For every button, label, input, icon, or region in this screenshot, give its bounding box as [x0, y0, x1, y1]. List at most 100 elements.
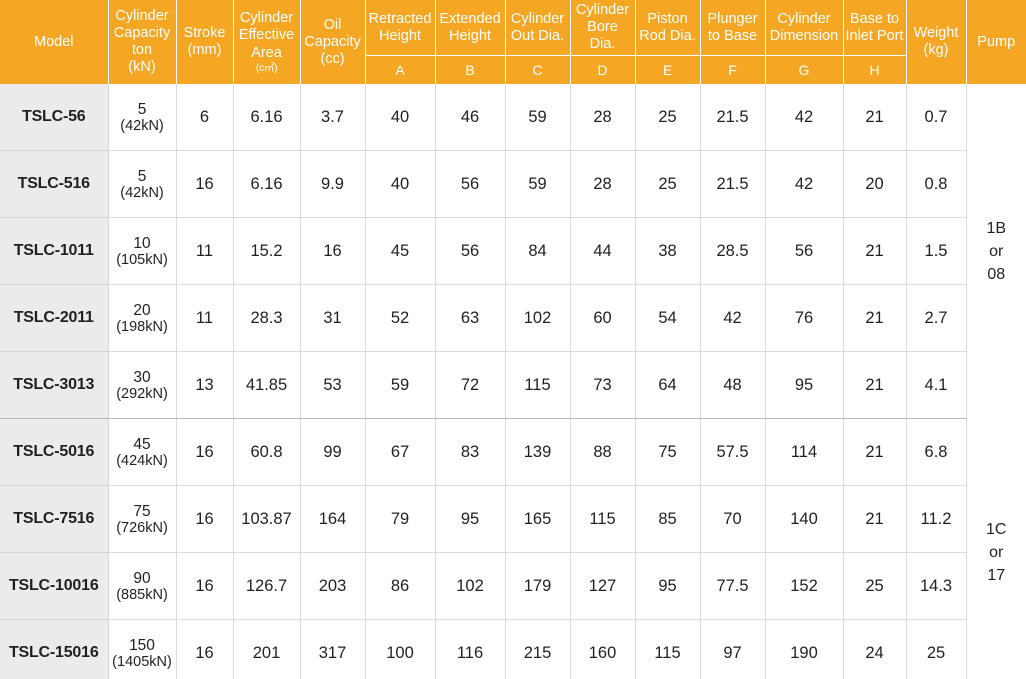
cell-cylinder-bore-dia: 60: [570, 284, 636, 353]
header-plunger-to-base: Plunger to Base: [700, 0, 766, 57]
cell-extended-height: 83: [435, 418, 506, 487]
cell-stroke: 11: [176, 217, 234, 286]
header-oil-capacity-line1: Oil: [323, 16, 342, 33]
table-row: TSLC-5016 45 (424kN) 16 60.8 99 67 83 13…: [0, 418, 1026, 679]
cell-retracted-height: 45: [365, 217, 436, 286]
cell-oil-capacity: 9.9: [300, 150, 366, 219]
table-body: TSLC-56 5 (42kN) 6 6.16 3.7 40 46 59 28 …: [0, 84, 1026, 679]
cell-cylinder-capacity: 5 (42kN): [108, 150, 177, 219]
cell-piston-rod-dia: 85: [635, 485, 701, 554]
header-cylinder-bore-dia-line1: Cylinder: [575, 2, 630, 18]
cell-plunger-to-base: 97: [700, 619, 766, 679]
cell-oil-capacity: 53: [300, 351, 366, 420]
pump-group-line2: or: [989, 242, 1004, 260]
cell-cylinder-bore-dia: 73: [570, 351, 636, 420]
cell-model: TSLC-56: [0, 84, 109, 152]
cell-stroke: 6: [176, 84, 234, 152]
cell-cylinder-capacity: 5 (42kN): [108, 84, 177, 152]
cell-cylinder-capacity: 75 (726kN): [108, 485, 177, 554]
cell-plunger-to-base: 21.5: [700, 150, 766, 219]
header-cylinder-dimension-line1: Cylinder: [777, 10, 831, 27]
header-letter-g: G: [765, 55, 844, 85]
cell-cylinder-dimension: 114: [765, 418, 844, 487]
cell-stroke: 11: [176, 284, 234, 353]
header-row-primary: Model Cylinder Capacity ton (kN) Stroke …: [0, 0, 1026, 85]
header-cylinder-capacity-line3: ton: [131, 42, 153, 59]
cell-cylinder-out-dia: 102: [505, 284, 571, 353]
cell-cylinder-capacity: 30 (292kN): [108, 351, 177, 420]
cell-retracted-height: 59: [365, 351, 436, 420]
cell-cylinder-bore-dia: 44: [570, 217, 636, 286]
cell-capacity-ton: 10: [133, 234, 151, 252]
cell-cylinder-bore-dia: 115: [570, 485, 636, 554]
cell-base-to-inlet-port: 21: [843, 485, 907, 554]
header-cylinder-bore-dia-line2: Bore: [587, 19, 618, 36]
pump-group-line1: 1B: [986, 219, 1007, 237]
cell-cylinder-capacity: 10 (105kN): [108, 217, 177, 286]
table-row: TSLC-2011 20 (198kN) 11 28.3 31 52 63 10…: [0, 284, 1026, 353]
cell-cylinder-bore-dia: 160: [570, 619, 636, 679]
header-oil-capacity-line2: Capacity: [304, 33, 361, 50]
header-cylinder-dimension-line2: Dimension: [769, 27, 839, 44]
table-row: TSLC-7516 75 (726kN) 16 103.87 164 79 95…: [0, 485, 1026, 554]
cell-capacity-kn: (726kN): [116, 519, 168, 536]
cell-oil-capacity: 203: [300, 552, 366, 621]
cell-capacity-ton: 30: [133, 368, 151, 386]
header-effective-area-line1: Cylinder: [239, 10, 294, 27]
cell-cylinder-out-dia: 215: [505, 619, 571, 679]
header-weight: Weight (kg): [906, 0, 967, 85]
cell-stroke: 16: [176, 150, 234, 219]
cell-capacity-kn: (885kN): [116, 586, 168, 603]
cell-piston-rod-dia: 95: [635, 552, 701, 621]
cell-plunger-to-base: 21.5: [700, 84, 766, 152]
header-plunger-to-base-line1: Plunger: [707, 10, 758, 27]
cell-plunger-to-base: 42: [700, 284, 766, 353]
cell-capacity-ton: 75: [133, 502, 151, 520]
table-row: TSLC-3013 30 (292kN) 13 41.85 53 59 72 1…: [0, 351, 1026, 420]
cell-pump-group: 1B or 08: [966, 84, 1026, 419]
header-effective-area-unit: (c㎡): [255, 61, 278, 74]
header-retracted-height-line2: Height: [379, 27, 421, 44]
cell-capacity-kn: (292kN): [116, 385, 168, 402]
cell-plunger-to-base: 77.5: [700, 552, 766, 621]
cell-model: TSLC-7516: [0, 485, 109, 554]
cell-cylinder-out-dia: 59: [505, 150, 571, 219]
header-letter-d: D: [570, 55, 636, 85]
cell-piston-rod-dia: 64: [635, 351, 701, 420]
header-letter-h: H: [843, 55, 907, 85]
header-cylinder-dimension: Cylinder Dimension: [765, 0, 844, 57]
cell-plunger-to-base: 48: [700, 351, 766, 420]
header-piston-rod-dia-line2: Rod Dia.: [639, 27, 696, 44]
header-letter-a: A: [365, 55, 436, 85]
cell-model: TSLC-15016: [0, 619, 109, 679]
cell-cylinder-bore-dia: 28: [570, 84, 636, 152]
cell-cylinder-capacity: 45 (424kN): [108, 418, 177, 487]
header-letter-c: C: [505, 55, 571, 85]
cell-weight: 4.1: [906, 351, 967, 420]
cell-cylinder-out-dia: 165: [505, 485, 571, 554]
header-extended-height-line1: Extended: [439, 10, 501, 27]
table-row: TSLC-56 5 (42kN) 6 6.16 3.7 40 46 59 28 …: [0, 84, 1026, 419]
header-cylinder-bore-dia-line3: Dia.: [589, 36, 616, 53]
cell-weight: 11.2: [906, 485, 967, 554]
cell-piston-rod-dia: 54: [635, 284, 701, 353]
cell-cylinder-capacity: 90 (885kN): [108, 552, 177, 621]
cell-capacity-kn: (198kN): [116, 318, 168, 335]
table-row: TSLC-1011 10 (105kN) 11 15.2 16 45 56 84…: [0, 217, 1026, 286]
cell-cylinder-bore-dia: 28: [570, 150, 636, 219]
cell-effective-area: 201: [233, 619, 301, 679]
cell-oil-capacity: 164: [300, 485, 366, 554]
cell-oil-capacity: 3.7: [300, 84, 366, 152]
cell-model: TSLC-10016: [0, 552, 109, 621]
cell-cylinder-dimension: 42: [765, 84, 844, 152]
cell-weight: 14.3: [906, 552, 967, 621]
header-oil-capacity-line3: (cc): [320, 50, 345, 67]
cell-piston-rod-dia: 75: [635, 418, 701, 487]
cell-oil-capacity: 317: [300, 619, 366, 679]
cell-piston-rod-dia: 115: [635, 619, 701, 679]
header-letter-f: F: [700, 55, 766, 85]
cell-oil-capacity: 99: [300, 418, 366, 487]
cell-cylinder-out-dia: 179: [505, 552, 571, 621]
header-piston-rod-dia-line1: Piston: [647, 10, 688, 27]
header-weight-line1: Weight: [913, 25, 959, 42]
